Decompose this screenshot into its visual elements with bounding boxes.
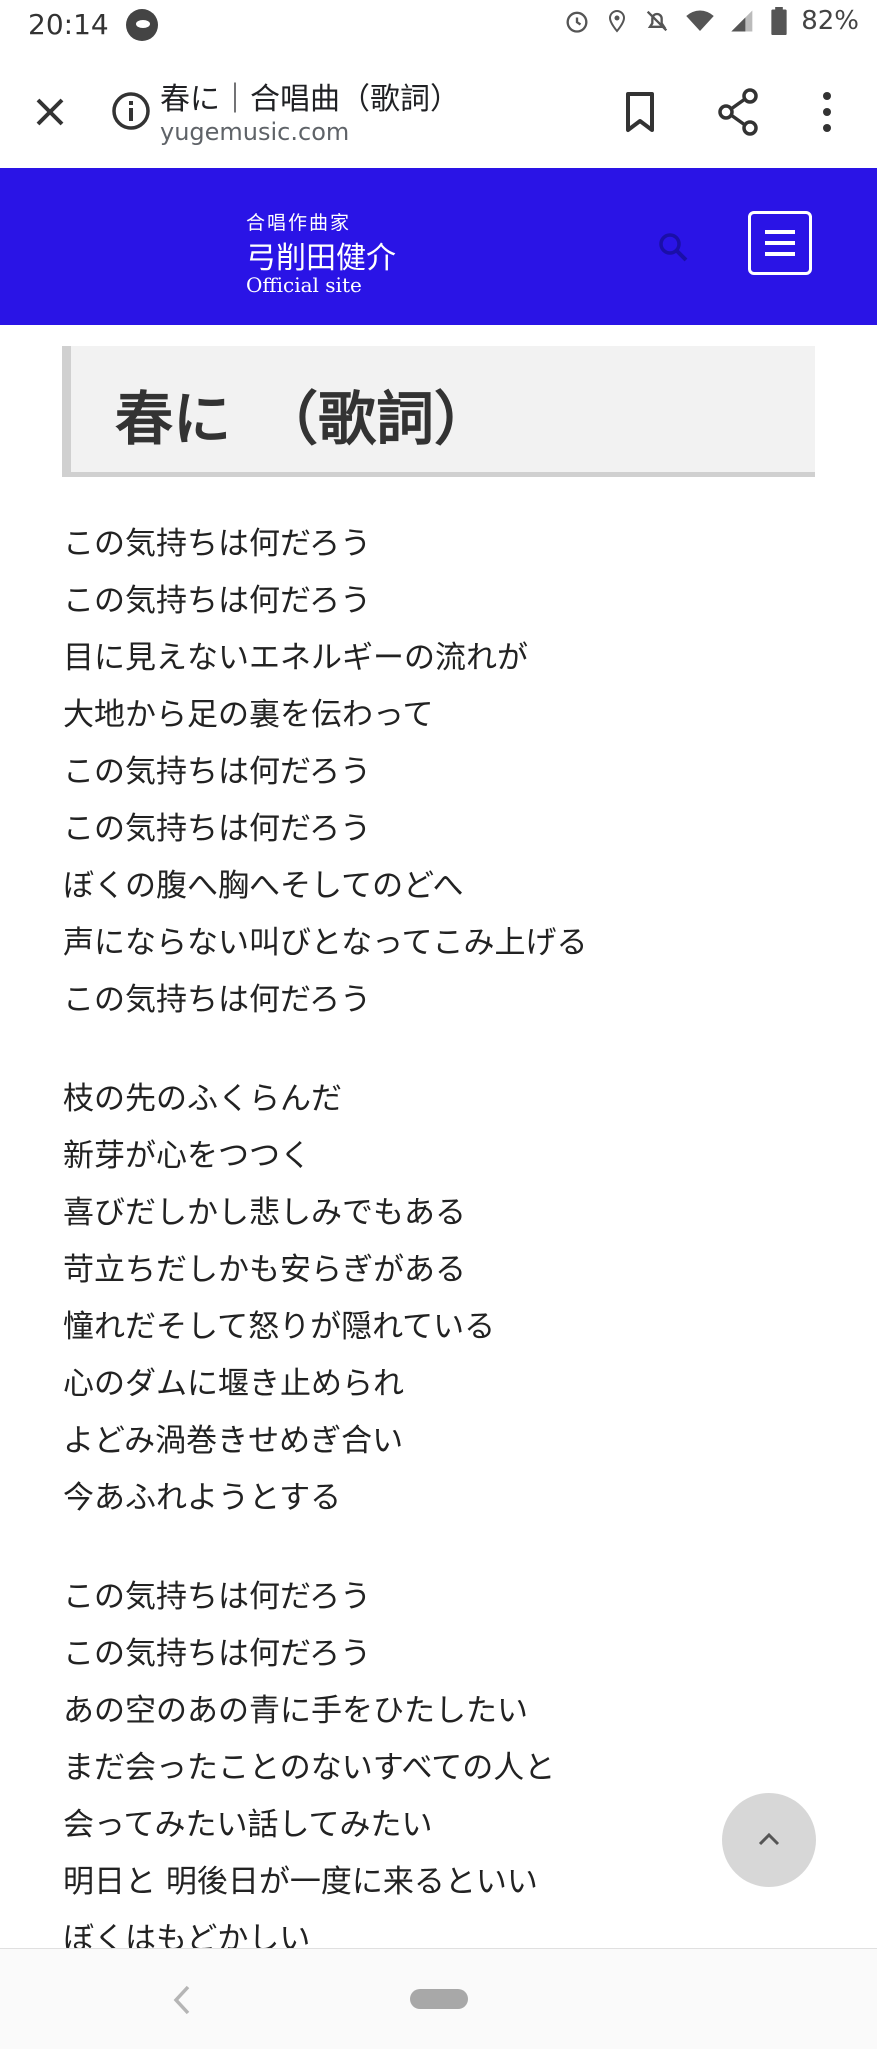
battery-icon xyxy=(771,7,787,35)
search-icon[interactable] xyxy=(656,230,690,264)
stanza-3: この気持ちは何だろう この気持ちは何だろう あの空のあの青に手をひたしたい まだ… xyxy=(63,1569,803,1968)
app-notification-icon xyxy=(126,9,158,41)
scroll-top-button[interactable] xyxy=(722,1793,816,1887)
back-icon[interactable] xyxy=(170,1983,196,2021)
page-url[interactable]: yugemusic.com xyxy=(160,118,349,146)
share-icon[interactable] xyxy=(714,86,762,138)
lyric-line: 会ってみたい話してみたい xyxy=(63,1807,433,1843)
lyric-line: あの空のあの青に手をひたしたい xyxy=(63,1693,528,1729)
lyric-line: 今あふれようとする xyxy=(63,1480,342,1516)
status-time: 20:14 xyxy=(28,8,109,41)
lyric-line: この気持ちは何だろう xyxy=(63,1579,372,1615)
article-title: 春に （歌詞） xyxy=(115,385,493,453)
browser-toolbar: 春に｜合唱曲（歌詞） yugemusic.com xyxy=(0,54,877,169)
battery-percent: 82% xyxy=(801,6,859,36)
bookmark-icon[interactable] xyxy=(618,88,662,136)
site-header: 合唱作曲家 弓削田健介 Official site xyxy=(0,168,877,325)
lyric-line: この気持ちは何だろう xyxy=(63,583,372,619)
lyric-line: 憧れだそして怒りが隠れている xyxy=(63,1309,496,1345)
logo-subtitle: 合唱作曲家 xyxy=(246,212,352,234)
chevron-up-icon xyxy=(758,1832,780,1846)
lyric-line: 新芽が心をつつく xyxy=(63,1138,311,1174)
lyric-line: 大地から足の裏を伝わって xyxy=(63,697,434,733)
status-icons: 82% xyxy=(563,6,859,36)
hamburger-menu-icon[interactable] xyxy=(748,211,812,275)
lyric-line: 苛立ちだしかも安らぎがある xyxy=(63,1252,466,1288)
lyric-line: 声にならない叫びとなってこみ上げる xyxy=(63,925,588,961)
article-title-box: 春に （歌詞） xyxy=(62,346,815,477)
location-icon xyxy=(605,7,629,35)
lyric-line: この気持ちは何だろう xyxy=(63,754,372,790)
signal-icon xyxy=(729,8,757,34)
home-pill[interactable] xyxy=(410,1989,468,2009)
status-bar: 20:14 82% xyxy=(0,0,877,54)
lyric-line: よどみ渦巻きせめぎ合い xyxy=(63,1423,404,1459)
lyric-line: この気持ちは何だろう xyxy=(63,1636,372,1672)
lyric-line: この気持ちは何だろう xyxy=(63,982,372,1018)
system-nav-bar xyxy=(0,1948,877,2049)
lyric-line: 喜びだしかし悲しみでもある xyxy=(63,1195,466,1231)
lyric-line: 枝の先のふくらんだ xyxy=(63,1081,342,1117)
page-title[interactable]: 春に｜合唱曲（歌詞） xyxy=(160,74,460,118)
lyric-line: 心のダムに堰き止められ xyxy=(63,1366,404,1402)
stanza-2: 枝の先のふくらんだ 新芽が心をつつく 喜びだしかし悲しみでもある 苛立ちだしかも… xyxy=(63,1071,803,1527)
lyrics-body: この気持ちは何だろう この気持ちは何だろう 目に見えないエネルギーの流れが 大地… xyxy=(63,516,803,2010)
lyric-line: 明日と 明後日が一度に来るといい xyxy=(63,1864,538,1900)
mute-icon xyxy=(643,7,671,35)
lyric-line: この気持ちは何だろう xyxy=(63,811,372,847)
logo-name: 弓削田健介 xyxy=(246,241,396,276)
close-icon[interactable] xyxy=(26,88,74,136)
wifi-icon xyxy=(685,8,715,34)
site-logo[interactable]: 合唱作曲家 弓削田健介 Official site xyxy=(246,208,396,297)
lyric-line: この気持ちは何だろう xyxy=(63,526,372,562)
lyric-line: まだ会ったことのないすべての人と xyxy=(63,1750,556,1786)
info-icon[interactable] xyxy=(110,90,152,132)
lyric-line: 目に見えないエネルギーの流れが xyxy=(63,640,528,676)
stanza-1: この気持ちは何だろう この気持ちは何だろう 目に見えないエネルギーの流れが 大地… xyxy=(63,516,803,1029)
lyric-line: ぼくの腹へ胸へそしてのどへ xyxy=(63,868,464,904)
more-icon[interactable] xyxy=(812,86,842,138)
alarm-icon xyxy=(563,7,591,35)
